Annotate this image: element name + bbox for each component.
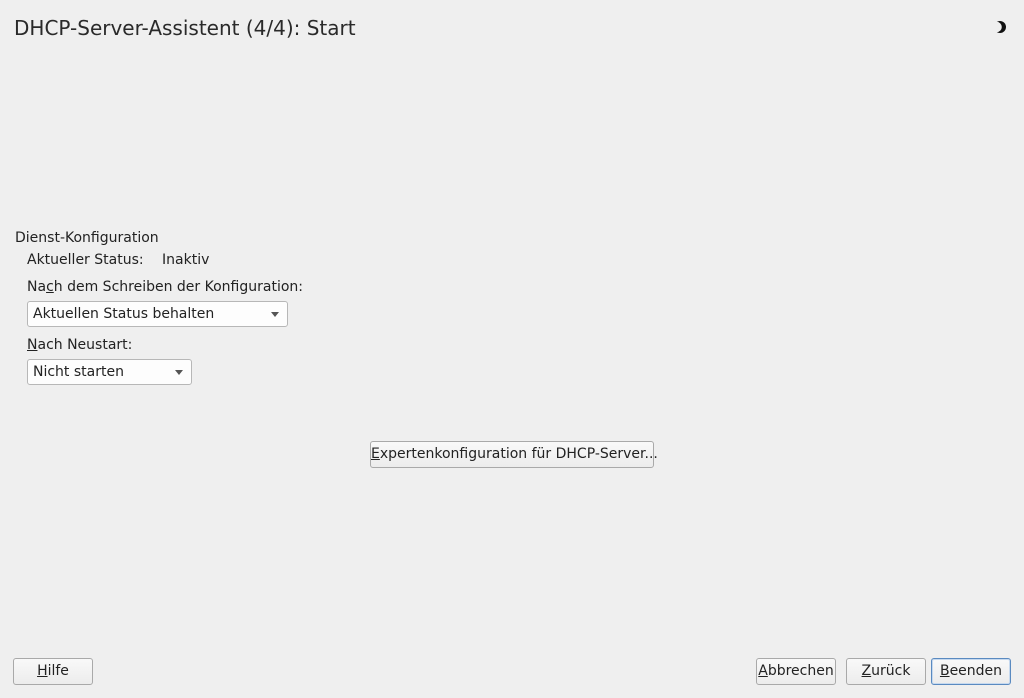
chevron-down-icon bbox=[175, 370, 183, 375]
back-mnemonic: Z bbox=[861, 663, 872, 679]
finish-label: eenden bbox=[949, 663, 1003, 679]
after-write-select[interactable]: Aktuellen Status behalten bbox=[27, 301, 288, 327]
current-status-label: Aktueller Status: bbox=[27, 252, 144, 268]
dhcp-wizard-window: DHCP-Server-Assistent (4/4): Start Diens… bbox=[0, 0, 1024, 698]
expert-config-button[interactable]: Expertenkonfiguration für DHCP-Server... bbox=[370, 441, 658, 468]
after-write-label: Nach dem Schreiben der Konfiguration: bbox=[27, 279, 303, 295]
after-write-label-post: h dem Schreiben der Konfiguration: bbox=[53, 279, 303, 295]
help-mnemonic: H bbox=[37, 663, 48, 679]
after-reboot-label-mnemonic: N bbox=[27, 337, 38, 353]
after-reboot-label-post: ach Neustart: bbox=[37, 337, 133, 353]
help-label: ilfe bbox=[47, 663, 69, 679]
abort-label: bbrechen bbox=[767, 663, 834, 679]
page-title: DHCP-Server-Assistent (4/4): Start bbox=[14, 16, 356, 40]
after-reboot-label: Nach Neustart: bbox=[27, 337, 132, 353]
after-write-label-mnemonic: c bbox=[46, 279, 54, 295]
expert-button-label: xpertenkonfiguration für DHCP-Server... bbox=[379, 446, 658, 462]
back-button[interactable]: Zurück bbox=[846, 658, 926, 685]
after-reboot-select[interactable]: Nicht starten bbox=[27, 359, 192, 385]
moon-icon[interactable] bbox=[993, 20, 1007, 34]
abort-mnemonic: A bbox=[758, 663, 768, 679]
current-status-row: Aktueller Status: Inaktiv bbox=[27, 252, 209, 268]
expert-button-mnemonic: E bbox=[371, 446, 380, 462]
after-write-label-pre: Na bbox=[27, 279, 47, 295]
abort-button[interactable]: Abbrechen bbox=[756, 658, 836, 685]
section-title-service-config: Dienst-Konfiguration bbox=[15, 230, 159, 246]
current-status-value: Inaktiv bbox=[162, 252, 210, 268]
finish-mnemonic: B bbox=[939, 663, 950, 679]
chevron-down-icon bbox=[271, 312, 279, 317]
back-label: urück bbox=[871, 663, 911, 679]
after-reboot-selected-value: Nicht starten bbox=[33, 364, 124, 380]
after-write-selected-value: Aktuellen Status behalten bbox=[33, 306, 215, 322]
finish-button[interactable]: Beenden bbox=[931, 658, 1011, 685]
help-button[interactable]: Hilfe bbox=[13, 658, 93, 685]
